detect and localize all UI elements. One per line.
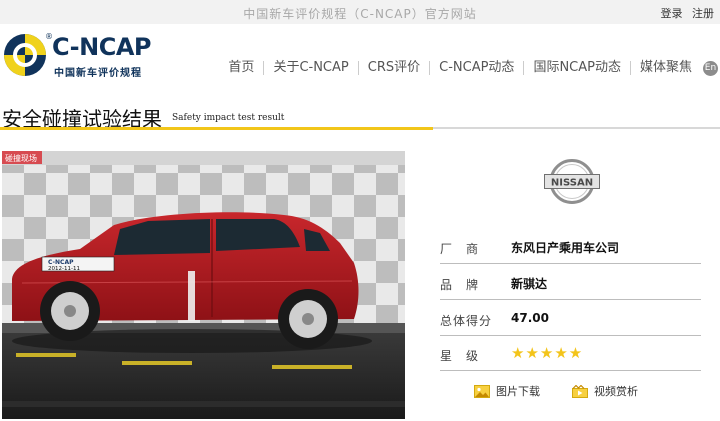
video-icon bbox=[572, 384, 588, 398]
auth-links: 登录 注册 bbox=[655, 5, 715, 21]
logo-subtitle: 中国新车评价规程 bbox=[54, 68, 142, 79]
brand-logo-text: NISSAN bbox=[551, 178, 593, 189]
logo-text: C-NCAP bbox=[52, 33, 152, 61]
register-link[interactable]: 注册 bbox=[692, 7, 714, 20]
svg-text:C-NCAP: C-NCAP bbox=[48, 259, 74, 266]
svg-text:2012-11-11: 2012-11-11 bbox=[48, 266, 80, 272]
main-nav: 首页 关于C-NCAP CRS评价 C-NCAP动态 国际NCAP动态 媒体聚焦… bbox=[219, 59, 720, 77]
photo-corner-tag: 碰撞现场 bbox=[5, 153, 37, 163]
crash-test-photo[interactable]: C-NCAP 2012-11-11 碰撞现场 bbox=[2, 151, 405, 419]
language-switch[interactable]: En bbox=[703, 60, 718, 76]
brand-value: 新骐达 bbox=[511, 277, 548, 291]
info-divider bbox=[440, 335, 701, 336]
nav-item-crs[interactable]: CRS评价 bbox=[357, 61, 429, 75]
brand-label: 品 牌 bbox=[440, 278, 480, 292]
score-label: 总体得分 bbox=[440, 314, 493, 328]
manufacturer-label: 厂 商 bbox=[440, 242, 480, 256]
logo-emblem-icon bbox=[4, 34, 46, 76]
info-divider bbox=[440, 263, 701, 264]
photo-download-label: 图片下载 bbox=[496, 385, 540, 398]
video-button[interactable]: 视频赏析 bbox=[572, 383, 638, 399]
nav-item-intl-ncap-news[interactable]: 国际NCAP动态 bbox=[523, 61, 630, 75]
nav-item-home[interactable]: 首页 bbox=[219, 61, 263, 75]
info-divider bbox=[440, 370, 701, 371]
top-bar: 中国新车评价规程（C-NCAP）官方网站 登录 注册 bbox=[0, 0, 720, 24]
car-photo-illustration: C-NCAP 2012-11-11 碰撞现场 bbox=[2, 151, 405, 419]
cncap-logo[interactable]: ® C-NCAP 中国新车评价规程 bbox=[4, 32, 164, 82]
info-divider bbox=[440, 299, 701, 300]
photo-download-button[interactable]: 图片下载 bbox=[474, 383, 540, 399]
nav-item-media[interactable]: 媒体聚焦 bbox=[629, 61, 701, 75]
login-link[interactable]: 登录 bbox=[661, 7, 683, 20]
nissan-logo: NISSAN bbox=[542, 158, 602, 205]
star-rating: ★★★★★ bbox=[511, 344, 584, 362]
page-subtitle: Safety impact test result bbox=[172, 113, 285, 123]
score-value: 47.00 bbox=[511, 311, 549, 325]
nav-item-cncap-news[interactable]: C-NCAP动态 bbox=[429, 61, 523, 75]
video-label: 视频赏析 bbox=[594, 385, 638, 398]
manufacturer-value: 东风日产乘用车公司 bbox=[511, 241, 620, 255]
stars-label: 星 级 bbox=[440, 349, 480, 363]
heading-accent-bar bbox=[0, 127, 433, 130]
site-title: 中国新车评价规程（C-NCAP）官方网站 bbox=[243, 7, 477, 21]
image-icon bbox=[474, 384, 490, 398]
nav-item-about[interactable]: 关于C-NCAP bbox=[263, 61, 357, 75]
